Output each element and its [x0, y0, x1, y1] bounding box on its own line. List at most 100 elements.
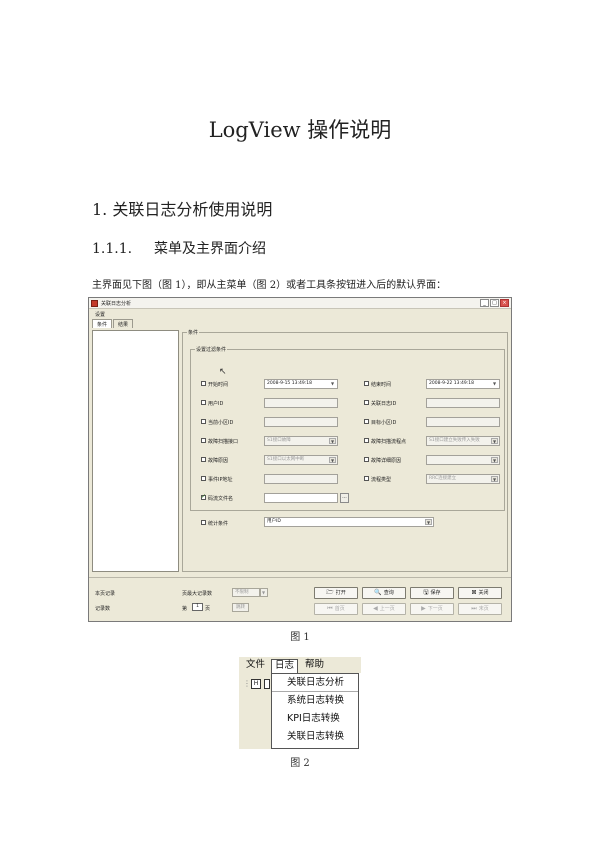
menu-screenshot: 文件 日志 帮助 ⋮ H 关联日志分析 系统日志转换 KPI日志转换 关联日志转… — [239, 657, 361, 749]
user-id-input[interactable] — [264, 398, 338, 408]
flow-type-row[interactable]: 流程类型 — [364, 476, 391, 483]
end-time-row[interactable]: 结束时间 — [364, 381, 391, 388]
tool-icon[interactable] — [264, 679, 270, 689]
document-icon[interactable]: H — [251, 679, 261, 689]
chevron-down-icon[interactable]: ▼ — [261, 590, 265, 595]
fault-detail-row[interactable]: 故障详细原因 — [364, 457, 401, 464]
close-icon[interactable]: × — [500, 299, 509, 307]
fault-trace-if-checkbox[interactable] — [201, 438, 206, 443]
page-size-label: 页最大记录数 — [182, 591, 213, 597]
page-number-input[interactable]: 1 — [192, 603, 203, 611]
stat-cond-select[interactable]: 用户ID ▼ — [264, 517, 434, 527]
prev-page-button[interactable]: ◀ 上一页 — [362, 603, 406, 615]
chevron-down-icon[interactable]: ▼ — [425, 519, 432, 525]
page-prefix: 第 — [182, 606, 188, 612]
menu-item-assoc-log-analysis[interactable]: 关联日志分析 — [272, 674, 358, 692]
event-ip-checkbox[interactable] — [201, 476, 206, 481]
target-cell-id-checkbox[interactable] — [364, 419, 369, 424]
menu-file[interactable]: 文件 — [243, 659, 268, 673]
divider — [89, 577, 511, 578]
chevron-down-icon[interactable]: ▼ — [329, 438, 336, 444]
fault-detail-checkbox[interactable] — [364, 457, 369, 462]
next-page-label: 下一页 — [427, 606, 443, 612]
close-button[interactable]: ⊠ 关闭 — [458, 587, 502, 599]
chevron-down-icon[interactable]: ▼ — [329, 457, 336, 463]
code-file-checkbox[interactable] — [201, 493, 206, 500]
event-ip-label: 事件IP地址 — [208, 477, 233, 483]
browse-button[interactable]: ... — [340, 493, 349, 503]
left-list-panel[interactable] — [92, 330, 179, 572]
menu-settings[interactable]: 设置 — [95, 311, 105, 318]
fault-trace-if-row[interactable]: 故障扫描接口 — [201, 438, 238, 445]
menu-log[interactable]: 日志 — [271, 659, 299, 673]
code-file-row[interactable]: 码流文件名 — [201, 493, 234, 502]
tab-conditions[interactable]: 条件 — [92, 319, 113, 328]
chevron-down-icon[interactable]: ▼ — [491, 476, 498, 482]
folder-icon: 🗁 — [326, 589, 334, 596]
fault-trace-flow-label: 故障扫描流程点 — [371, 439, 407, 445]
chevron-down-icon[interactable]: ▼ — [491, 457, 498, 463]
fault-cause-select[interactable]: S1接口以太网中断 ▼ — [264, 455, 338, 465]
stat-cond-checkbox[interactable] — [201, 520, 206, 525]
flow-type-select[interactable]: RRC连接建立 ▼ — [426, 474, 500, 484]
fault-trace-flow-row[interactable]: 故障扫描流程点 — [364, 438, 406, 445]
tab-results[interactable]: 结果 — [113, 319, 134, 328]
start-time-picker[interactable]: 2008-9-15 13:49:18 ▼ — [264, 379, 338, 389]
app-icon — [91, 300, 98, 307]
search-icon: 🔍 — [374, 589, 382, 596]
chevron-down-icon[interactable]: ▼ — [491, 381, 498, 387]
chevron-down-icon[interactable]: ▼ — [329, 381, 336, 387]
stat-cond-value: 用户ID — [267, 519, 281, 524]
fault-cause-checkbox[interactable] — [201, 457, 206, 462]
flow-type-checkbox[interactable] — [364, 476, 369, 481]
target-cell-id-input[interactable] — [426, 417, 500, 427]
end-time-value: 2008-9-22 13:49:18 — [429, 381, 474, 386]
assoc-log-id-input[interactable] — [426, 398, 500, 408]
code-file-label: 码流文件名 — [208, 496, 234, 502]
jump-button[interactable]: 跳转 — [232, 603, 249, 612]
fault-trace-flow-select[interactable]: S1接口建立失败传入失败 ▼ — [426, 436, 500, 446]
event-ip-input[interactable] — [264, 474, 338, 484]
next-page-icon: ▶ — [421, 605, 426, 612]
menu-help[interactable]: 帮助 — [302, 659, 327, 673]
fault-detail-select[interactable]: ▼ — [426, 455, 500, 465]
close-icon: ⊠ — [471, 589, 477, 596]
fault-trace-flow-checkbox[interactable] — [364, 438, 369, 443]
stat-cond-row[interactable]: 统计条件 — [201, 520, 228, 527]
start-time-checkbox[interactable] — [201, 381, 206, 386]
cur-cell-id-input[interactable] — [264, 417, 338, 427]
minimize-icon[interactable]: _ — [480, 299, 489, 307]
page-suffix: 页 — [205, 606, 211, 612]
assoc-log-id-row[interactable]: 关联日志ID — [364, 400, 396, 407]
conditions-group-label: 条件 — [187, 329, 200, 336]
save-icon: 🖫 — [423, 589, 429, 596]
query-button[interactable]: 🔍 查询 — [362, 587, 406, 599]
chevron-down-icon[interactable]: ▼ — [491, 438, 498, 444]
end-time-checkbox[interactable] — [364, 381, 369, 386]
cur-cell-id-checkbox[interactable] — [201, 419, 206, 424]
cur-cell-id-row[interactable]: 当前小区ID — [201, 419, 233, 426]
next-page-button[interactable]: ▶ 下一页 — [410, 603, 454, 615]
event-ip-row[interactable]: 事件IP地址 — [201, 476, 233, 483]
last-page-button[interactable]: ⏭ 末页 — [458, 603, 502, 615]
first-page-button[interactable]: ⏮ 首页 — [314, 603, 358, 615]
assoc-log-id-checkbox[interactable] — [364, 400, 369, 405]
fault-cause-row[interactable]: 故障原因 — [201, 457, 228, 464]
open-button[interactable]: 🗁 打开 — [314, 587, 358, 599]
menu-item-assoc-log-convert[interactable]: 关联日志转换 — [272, 728, 358, 746]
page-size-dropdown-button[interactable]: ▼ — [260, 588, 268, 597]
start-time-row[interactable]: 开始时间 — [201, 381, 228, 388]
page-size-select[interactable]: 不限制 — [232, 588, 260, 597]
menu-item-syslog-convert[interactable]: 系统日志转换 — [272, 692, 358, 710]
code-file-input[interactable] — [264, 493, 338, 503]
end-time-picker[interactable]: 2008-9-22 13:49:18 ▼ — [426, 379, 500, 389]
toolbar-grip-icon: ⋮ — [243, 679, 251, 688]
target-cell-id-row[interactable]: 目标小区ID — [364, 419, 396, 426]
save-button[interactable]: 🖫 保存 — [410, 587, 454, 599]
user-id-row[interactable]: 用户ID — [201, 400, 223, 407]
user-id-checkbox[interactable] — [201, 400, 206, 405]
save-label: 保存 — [430, 590, 441, 596]
maximize-icon[interactable]: □ — [490, 299, 499, 307]
menu-item-kpi-log-convert[interactable]: KPI日志转换 — [272, 710, 358, 728]
fault-trace-if-select[interactable]: S1接口故障 ▼ — [264, 436, 338, 446]
